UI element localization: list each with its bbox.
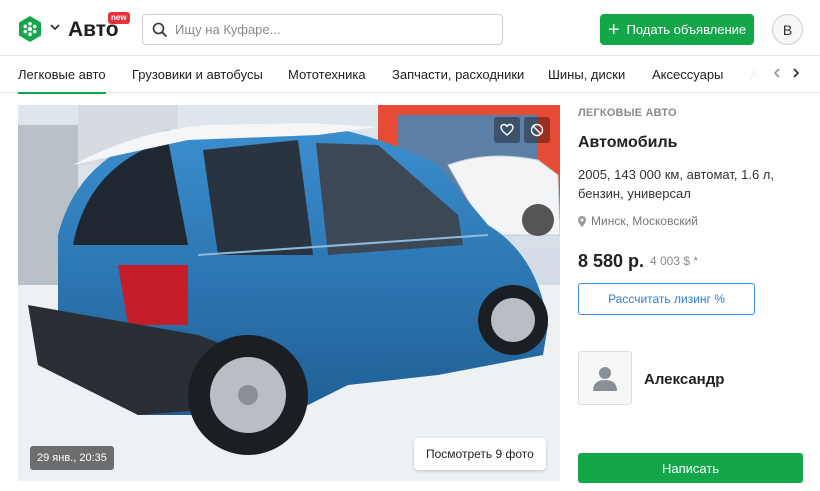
date-badge: 29 янв., 20:35	[30, 446, 114, 470]
block-icon	[530, 123, 544, 137]
tab-moto[interactable]: Мототехника	[288, 67, 366, 82]
seller-avatar[interactable]	[578, 351, 632, 405]
tab-trucks-buses[interactable]: Грузовики и автобусы	[132, 67, 263, 82]
category-nav: Легковые авто Грузовики и автобусы Мотот…	[0, 56, 820, 94]
listing-specs: 2005, 143 000 км, автомат, 1.6 л, бензин…	[578, 167, 774, 201]
location-pin-icon	[578, 215, 586, 227]
car-photo-image	[18, 105, 560, 481]
post-ad-button[interactable]: + Подать объявление	[600, 14, 754, 45]
price-byn: 8 580 р.	[578, 251, 645, 271]
favorite-button[interactable]	[494, 117, 520, 143]
seller-name[interactable]: Александр	[644, 371, 724, 388]
kufar-logo-icon[interactable]	[17, 16, 43, 42]
search-input[interactable]	[175, 15, 495, 44]
listing-category[interactable]: ЛЕГКОВЫЕ АВТО	[578, 107, 677, 119]
price-usd: 4 003 $ *	[650, 254, 699, 268]
listing-title: Автомобиль	[578, 134, 678, 151]
tab-passenger-cars[interactable]: Легковые авто	[18, 67, 106, 94]
plus-icon: +	[607, 18, 620, 41]
location-text: Минск, Московский	[591, 214, 699, 228]
view-photos-button[interactable]: Посмотреть 9 фото	[414, 438, 546, 470]
calculate-leasing-button[interactable]: Рассчитать лизинг %	[578, 283, 755, 315]
top-header: Авто new + Подать объявление B	[0, 0, 820, 56]
write-message-button[interactable]: Написать	[578, 453, 803, 483]
user-silhouette-icon	[593, 367, 617, 391]
hide-listing-button[interactable]	[524, 117, 550, 143]
tab-tires-wheels[interactable]: Шины, диски	[548, 67, 625, 82]
chevron-left-icon[interactable]	[770, 66, 784, 80]
chevron-down-icon[interactable]	[48, 20, 62, 34]
search-icon	[152, 22, 168, 38]
search-box[interactable]	[142, 14, 503, 45]
tab-parts[interactable]: Запчасти, расходники	[392, 67, 524, 82]
user-avatar-button[interactable]: B	[772, 14, 803, 45]
listing-location: Минск, Московский	[578, 214, 698, 228]
new-badge: new	[108, 12, 130, 24]
heart-icon	[500, 123, 514, 136]
nav-fade	[728, 56, 770, 92]
post-ad-label: Подать объявление	[626, 22, 747, 37]
listing-photo[interactable]: 29 янв., 20:35 Посмотреть 9 фото	[18, 105, 560, 481]
chevron-right-icon[interactable]	[789, 66, 803, 80]
tab-accessories[interactable]: Аксессуары	[652, 67, 723, 82]
